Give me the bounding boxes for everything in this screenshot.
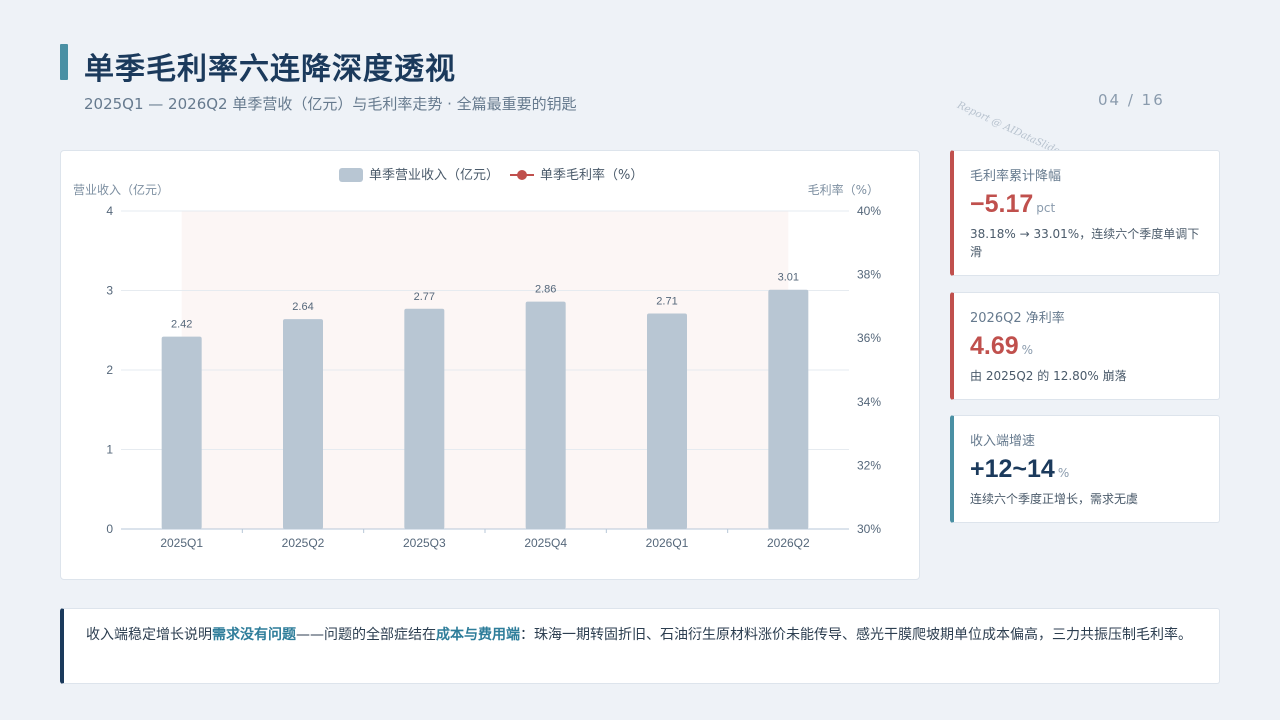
y2-tick-label: 36% [857,331,881,345]
legend-label-revenue: 单季营业收入（亿元） [369,168,499,183]
kpi-unit: % [1021,343,1034,357]
note-text-3: ：珠海一期转固折旧、石油衍生原材料涨价未能传导、感光干膜爬坡期单位成本偏高，三力… [520,627,1192,643]
x-tick-label: 2025Q3 [403,536,446,550]
legend-marker-margin [517,170,527,180]
y-axis-title: 营业收入（亿元） [73,182,169,197]
kpi-value: +12~14 [970,455,1055,483]
chart-card: 0 1 2 3 4 30% 32% 34% 36% 38% 40% 营业收入（亿元） 毛利率（%） 2.4… [60,150,920,580]
bar [404,308,445,529]
y2-axis-title: 毛利率（%） [808,182,879,197]
page-title: 单季毛利率六连降深度透视 [84,52,456,87]
x-tick-label: 2025Q1 [160,536,203,550]
bar-value-label: 2.77 [414,291,435,303]
revenue-margin-chart: 0 1 2 3 4 30% 32% 34% 36% 38% 40% 营业收入（亿元） 毛利率（%） 2.4… [73,167,881,550]
legend-label-margin: 单季毛利率（%） [540,167,643,183]
kpi-desc: 38.18% → 33.01%，连续六个季度单调下滑 [970,227,1200,259]
y2-tick-label: 38% [857,268,881,282]
y-tick-label: 0 [106,522,113,536]
kpi-card-net-margin: 2026Q2 净利率 4.69% 由 2025Q2 的 12.80% 崩落 [950,292,1220,400]
x-tick-label: 2026Q2 [767,536,810,550]
kpi-label: 毛利率累计降幅 [970,169,1062,184]
page-number: 04 / 16 [1098,91,1165,109]
bar [525,301,566,529]
bar [161,336,202,529]
kpi-card-revenue-growth: 收入端增速 +12~14% 连续六个季度正增长，需求无虞 [950,415,1220,523]
kpi-unit: % [1057,466,1070,480]
y2-tick-label: 32% [857,458,881,472]
note-text-1: 收入端稳定增长说明 [86,627,212,643]
kpi-desc: 由 2025Q2 的 12.80% 崩落 [970,369,1127,383]
note-text-2: ——问题的全部症结在 [296,627,436,643]
y-tick-label: 3 [106,284,113,298]
y-tick-label: 4 [106,204,113,218]
bar [768,289,809,529]
kpi-label: 2026Q2 净利率 [970,311,1065,326]
x-tick-label: 2025Q4 [524,536,567,550]
legend-swatch-revenue [339,168,363,182]
y-tick-label: 1 [106,443,113,457]
y2-tick-label: 34% [857,395,881,409]
kpi-value: 4.69 [970,332,1019,360]
conclusion-note: 收入端稳定增长说明需求没有问题——问题的全部症结在成本与费用端：珠海一期转固折旧… [60,608,1220,684]
x-tick-label: 2026Q1 [646,536,689,550]
y2-tick-label: 30% [857,522,881,536]
bar-value-label: 3.01 [778,272,799,284]
bar-value-label: 2.64 [292,301,313,313]
bar-value-label: 2.71 [656,296,677,308]
note-highlight-cost: 成本与费用端 [436,627,520,643]
title-accent-bar [60,44,68,80]
kpi-label: 收入端增速 [970,434,1036,449]
bar-value-label: 2.42 [171,319,192,331]
kpi-card-margin-decline: 毛利率累计降幅 −5.17 pct 38.18% → 33.01%，连续六个季度单… [950,150,1220,276]
kpi-desc: 连续六个季度正增长，需求无虞 [970,492,1139,506]
note-highlight-demand: 需求没有问题 [212,627,296,643]
y2-tick-label: 40% [857,204,881,218]
bar-value-label: 2.86 [535,284,556,296]
bar [647,313,687,529]
x-tick-label: 2025Q2 [282,536,325,550]
kpi-unit: pct [1036,201,1056,215]
bar [283,319,323,529]
y-tick-label: 2 [106,363,113,377]
kpi-value: −5.17 [970,190,1034,218]
page-subtitle: 2025Q1 — 2026Q2 单季营收（亿元）与毛利率走势 · 全篇最重要的钥… [84,95,577,113]
